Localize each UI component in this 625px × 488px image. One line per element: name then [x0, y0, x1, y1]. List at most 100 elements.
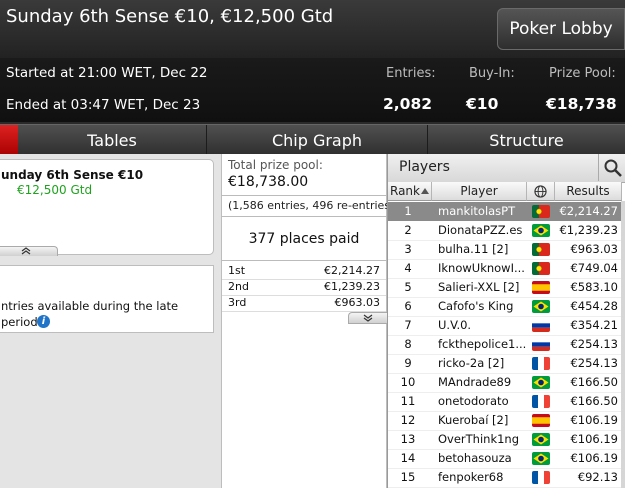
payout-place: 3rd	[228, 296, 247, 309]
player-row[interactable]: 11 onetodorato €166.50	[388, 392, 622, 412]
player-result: €106.19	[570, 413, 618, 427]
prize-pool-value: €18,738	[546, 95, 617, 113]
player-row[interactable]: 13 OverThink1ng €106.19	[388, 430, 622, 450]
spain-flag-icon	[532, 281, 550, 294]
portugal-flag-icon	[532, 205, 550, 218]
player-row[interactable]: 14 betohasouza €106.19	[388, 449, 622, 469]
player-rank: 12	[400, 413, 416, 427]
brazil-flag-icon	[532, 376, 550, 389]
buyin-label: Buy-In:	[469, 66, 515, 81]
payout-amount: €2,214.27	[324, 264, 380, 277]
player-result: €106.19	[570, 432, 618, 446]
payout-row: 3rd €963.03	[222, 295, 386, 312]
late-reg-text-line2: period.	[1, 315, 42, 329]
spain-flag-icon	[532, 414, 550, 427]
players-header: Players	[388, 154, 625, 183]
brazil-flag-icon	[532, 452, 550, 465]
col-rank-label: Rank	[390, 184, 420, 198]
payout-row: 2nd €1,239.23	[222, 279, 386, 296]
player-row[interactable]: 12 Kuerobaí [2] €106.19	[388, 411, 622, 431]
player-row[interactable]: 6 Cafofo's King €454.28	[388, 297, 622, 317]
tab-chip-graph[interactable]: Chip Graph	[207, 125, 428, 155]
portugal-flag-icon	[532, 262, 550, 275]
player-rank: 4	[404, 261, 412, 275]
divider	[221, 195, 387, 196]
player-row[interactable]: 2 DionataPZZ.es €1,239.23	[388, 221, 622, 241]
brazil-flag-icon	[532, 300, 550, 313]
player-row[interactable]: 3 bulha.11 [2] €963.03	[388, 240, 622, 260]
poker-lobby-button[interactable]: Poker Lobby	[497, 8, 625, 50]
buyin-value: €10	[466, 95, 499, 113]
player-name: fckthepolice1...	[438, 337, 527, 351]
player-name: ricko-2a [2]	[438, 356, 505, 370]
player-name: betohasouza	[438, 451, 512, 465]
player-rank: 1	[404, 204, 412, 218]
player-name: U.V.0.	[438, 318, 472, 332]
expand-handle[interactable]	[348, 312, 387, 324]
player-row[interactable]: 10 MAndrade89 €166.50	[388, 373, 622, 393]
player-rank: 11	[400, 394, 416, 408]
search-icon	[604, 159, 622, 177]
entries-value: 2,082	[383, 95, 433, 113]
player-rank: 14	[400, 451, 416, 465]
russia-flag-icon	[532, 319, 550, 332]
player-rank: 9	[404, 356, 412, 370]
player-name: MAndrade89	[438, 375, 512, 389]
payout-place: 1st	[228, 264, 246, 277]
col-country[interactable]	[527, 182, 555, 201]
collapse-handle[interactable]	[0, 246, 58, 256]
tournament-card[interactable]: unday 6th Sense €10 €12,500 Gtd	[0, 159, 214, 256]
player-name: onetodorato	[438, 394, 509, 408]
chevron-down-icon	[363, 314, 373, 322]
russia-flag-icon	[532, 338, 550, 351]
tournament-title: Sunday 6th Sense €10, €12,500 Gtd	[6, 6, 334, 27]
tournament-card-name: unday 6th Sense €10	[1, 168, 144, 182]
col-results[interactable]: Results	[555, 182, 622, 201]
player-row[interactable]: 15 fenpoker68 €92.13	[388, 468, 622, 488]
player-rank: 2	[404, 223, 412, 237]
player-row[interactable]: 5 Salieri-XXL [2] €583.10	[388, 278, 622, 298]
player-result: €92.13	[577, 470, 618, 484]
payout-amount: €963.03	[334, 296, 381, 309]
col-rank[interactable]: Rank	[388, 182, 432, 201]
player-result: €166.50	[570, 394, 618, 408]
player-row[interactable]: 7 U.V.0. €354.21	[388, 316, 622, 336]
player-result: €254.13	[570, 337, 618, 351]
globe-icon	[534, 184, 547, 198]
player-result: €583.10	[570, 280, 618, 294]
player-result: €963.03	[570, 242, 618, 256]
player-rank: 13	[400, 432, 416, 446]
player-name: Salieri-XXL [2]	[438, 280, 520, 294]
prize-pool-label: Prize Pool:	[549, 66, 616, 81]
player-name: bulha.11 [2]	[438, 242, 509, 256]
player-name: OverThink1ng	[438, 432, 520, 446]
info-icon[interactable]: i	[37, 315, 50, 328]
late-reg-text-line1: ntries available during the late	[1, 299, 179, 313]
total-prize-label: Total prize pool:	[228, 158, 323, 172]
france-flag-icon	[532, 357, 550, 370]
tournament-card-guarantee: €12,500 Gtd	[17, 183, 93, 197]
tab-tables[interactable]: Tables	[18, 125, 207, 155]
player-row[interactable]: 9 ricko-2a [2] €254.13	[388, 354, 622, 374]
sort-arrow-icon	[420, 188, 429, 194]
player-rank: 10	[400, 375, 416, 389]
france-flag-icon	[532, 471, 550, 484]
player-name: mankitolasPT	[438, 204, 516, 218]
player-row[interactable]: 4 IknowUknowI... €749.04	[388, 259, 622, 279]
chevron-up-icon	[21, 247, 31, 255]
player-name: DionataPZZ.es	[438, 223, 523, 237]
tab-info[interactable]	[0, 125, 18, 155]
players-title: Players	[399, 159, 450, 175]
divider	[221, 260, 387, 261]
col-player[interactable]: Player	[432, 182, 527, 201]
late-registration-panel: ntries available during the late period.…	[0, 265, 214, 333]
player-result: €106.19	[570, 451, 618, 465]
player-row[interactable]: 8 fckthepolice1... €254.13	[388, 335, 622, 355]
tab-structure[interactable]: Structure	[428, 125, 625, 155]
tab-bar: Tables Chip Graph Structure	[0, 124, 625, 155]
players-scrollbar[interactable]	[621, 201, 625, 488]
player-row[interactable]: 1 mankitolasPT €2,214.27	[388, 202, 622, 221]
start-time: Started at 21:00 WET, Dec 22	[6, 65, 208, 81]
player-rank: 3	[404, 242, 412, 256]
search-button[interactable]	[598, 154, 625, 181]
